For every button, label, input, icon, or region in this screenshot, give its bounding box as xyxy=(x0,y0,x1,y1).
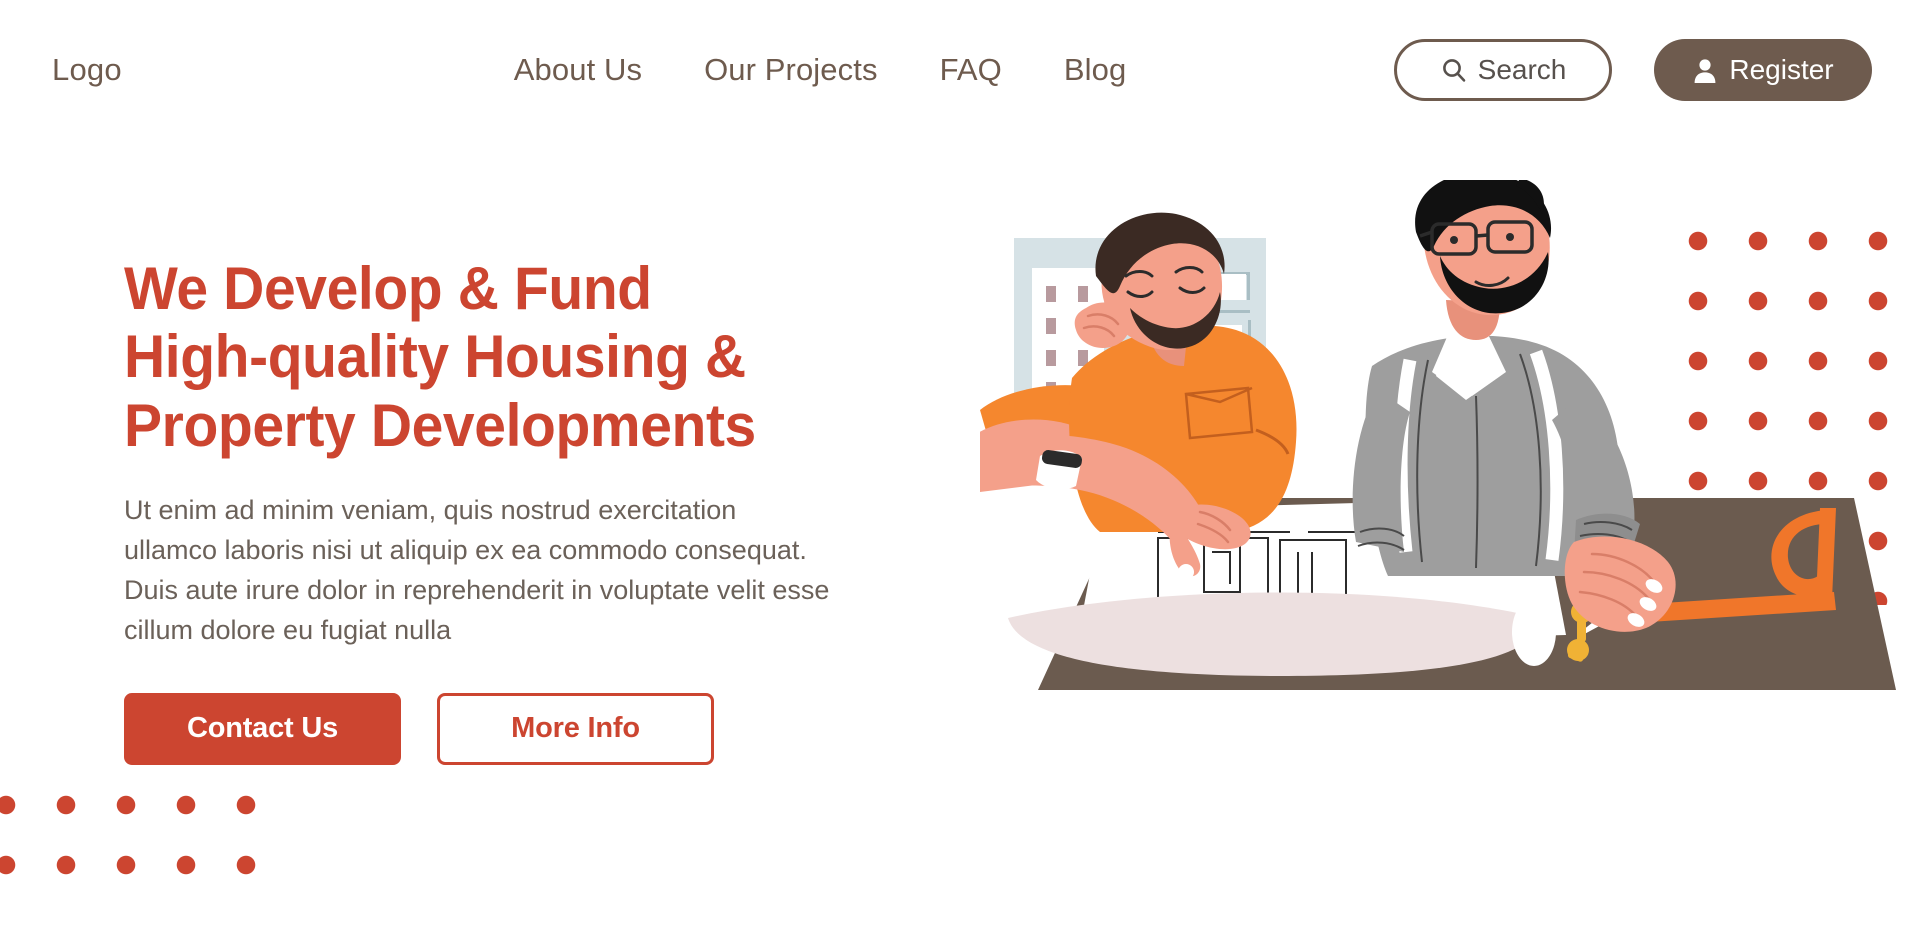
register-label: Register xyxy=(1729,54,1834,85)
nav-item-our-projects[interactable]: Our Projects xyxy=(704,52,877,88)
contact-us-button[interactable]: Contact Us xyxy=(124,692,401,765)
search-icon xyxy=(1440,56,1468,84)
page-title: We Develop & Fund High-quality Housing &… xyxy=(124,255,808,460)
hero-subtitle: Ut enim ad minim veniam, quis nostrud ex… xyxy=(124,495,830,646)
search-button[interactable]: Search xyxy=(1394,39,1612,101)
hero-title-line-3: Property Developments xyxy=(124,391,756,459)
hero-title-line-2: High-quality Housing & xyxy=(124,323,746,391)
nav-item-about-us[interactable]: About Us xyxy=(514,52,642,88)
register-button[interactable]: Register xyxy=(1654,39,1872,101)
main-navigation: About Us Our Projects FAQ Blog xyxy=(514,52,1127,88)
search-label: Search xyxy=(1477,54,1567,85)
hero-section: We Develop & Fund High-quality Housing &… xyxy=(124,255,844,765)
landing-page: Logo About Us Our Projects FAQ Blog Sear… xyxy=(0,0,1920,931)
cta-row: Contact Us More Info xyxy=(124,692,844,765)
nav-item-blog[interactable]: Blog xyxy=(1064,52,1126,88)
decorative-dot-grid-bottom-left xyxy=(0,769,280,899)
more-info-button[interactable]: More Info xyxy=(437,692,714,765)
architect-gray-sweater xyxy=(1352,180,1676,632)
nav-item-faq[interactable]: FAQ xyxy=(940,52,1002,88)
logo[interactable]: Logo xyxy=(52,52,122,88)
header-actions: Search Register xyxy=(1394,39,1872,101)
person-icon xyxy=(1692,57,1718,84)
hero-title-line-1: We Develop & Fund xyxy=(124,255,652,322)
hero-illustration xyxy=(980,180,1920,880)
site-header: Logo About Us Our Projects FAQ Blog Sear… xyxy=(0,0,1920,140)
